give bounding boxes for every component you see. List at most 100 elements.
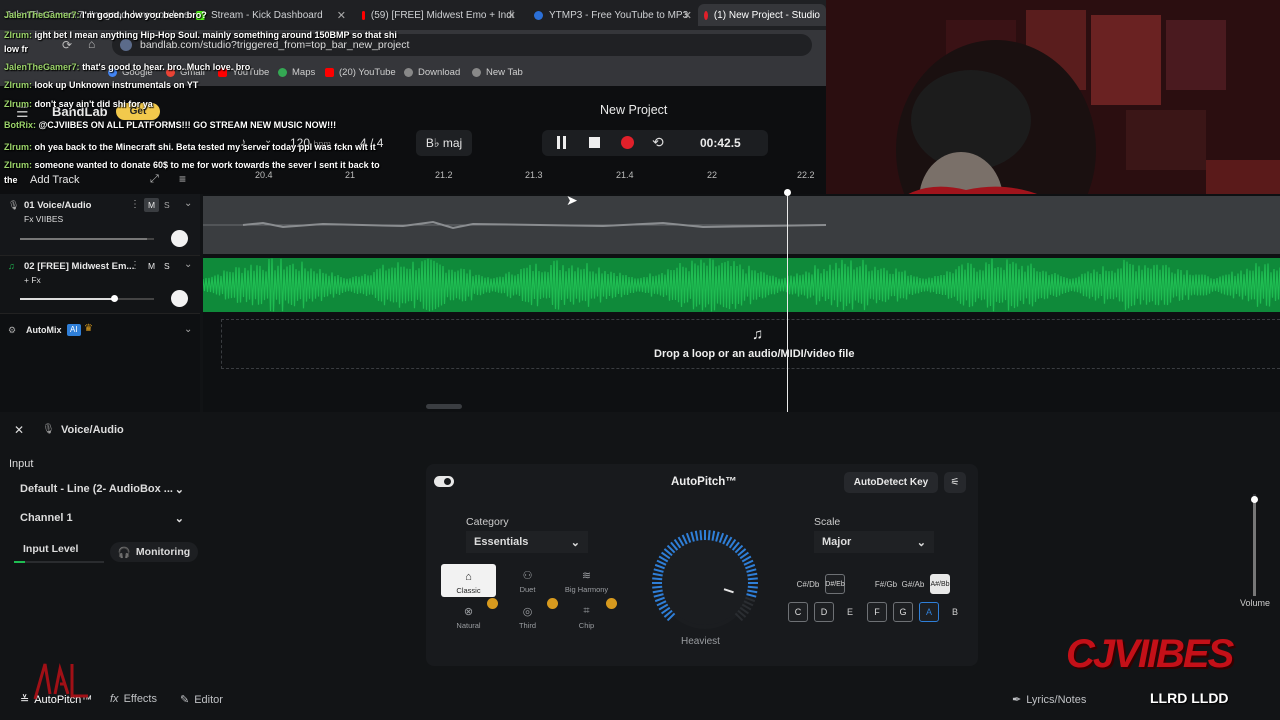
chat-text: look up Unknown instrumentals on YT: [34, 80, 199, 90]
close-icon[interactable]: ✕: [14, 423, 24, 437]
preset-big-harmony[interactable]: ≋ Big Harmony: [559, 564, 614, 596]
chevron-down-icon: ⌄: [174, 483, 184, 496]
key-fsharp[interactable]: F#/Gb: [875, 574, 897, 594]
key-gsharp[interactable]: G#/Ab: [902, 574, 925, 594]
input-device-value: Default - Line (2- AudioBox ...: [20, 483, 173, 495]
knob-label: Heaviest: [681, 636, 720, 647]
chevron-down-icon[interactable]: ⌄: [184, 259, 192, 270]
key-c[interactable]: C: [788, 602, 808, 622]
volume-label: Volume: [1240, 598, 1271, 608]
drop-zone[interactable]: ♫ Drop a loop or an audio/MIDI/video fil…: [221, 319, 1280, 369]
knob-tick: [652, 585, 663, 589]
bookmark-youtube-20[interactable]: (20) YouTube: [325, 67, 396, 78]
track-settings-icon[interactable]: ≡: [179, 172, 186, 186]
sliders-icon[interactable]: ⚟: [944, 472, 966, 493]
mute-button[interactable]: M: [144, 198, 159, 212]
drop-zone-label: Drop a loop or an audio/MIDI/video file: [654, 348, 855, 360]
key-dsharp[interactable]: D#/Eb: [825, 574, 845, 594]
bookmark-maps[interactable]: Maps: [278, 67, 315, 78]
track-header-voice[interactable]: 🎙 01 Voice/Audio ⋮ M S ⌄ Fx VIIBES: [0, 194, 200, 256]
record-icon[interactable]: [621, 136, 634, 149]
chat-text: the: [4, 175, 18, 185]
close-icon[interactable]: ✕: [337, 9, 346, 22]
close-icon[interactable]: ✕: [683, 9, 692, 22]
tab-ytmp3[interactable]: YTMP3 - Free YouTube to MP3 ✕: [528, 4, 696, 26]
tab-kick-dashboard[interactable]: Stream - Kick Dashboard ✕: [190, 4, 350, 26]
chevron-down-icon[interactable]: ⌄: [184, 324, 192, 335]
key-g[interactable]: G: [893, 602, 913, 622]
timeline-ruler[interactable]: 20.4 21 21.2 21.3 21.4 22 22.2: [203, 166, 826, 194]
chat-text: @CJVIIBES ON ALL PLATFORMS!!! GO STREAM …: [38, 120, 337, 130]
pause-icon[interactable]: [556, 136, 568, 149]
fx-chain-label[interactable]: Fx VIIBES: [24, 214, 63, 224]
tab-label: Editor: [194, 693, 223, 706]
bookmark-label: Download: [418, 67, 461, 78]
key-asharp[interactable]: A#/Bb: [930, 574, 950, 594]
mute-button[interactable]: M: [144, 259, 159, 273]
chat-text: don't say ain't did shi for ya: [34, 99, 153, 109]
track-title: 02 [FREE] Midwest Em...: [24, 261, 135, 272]
add-fx-button[interactable]: + Fx: [24, 275, 41, 285]
autopitch-toggle[interactable]: [434, 476, 454, 487]
lyrics-notes-button[interactable]: ✒ Lyrics/Notes: [1012, 693, 1086, 707]
tab-bandlab-studio[interactable]: (1) New Project - Studio: [698, 4, 826, 26]
monitoring-button[interactable]: 🎧 Monitoring: [110, 542, 198, 562]
key-d[interactable]: D: [814, 602, 834, 622]
mouse-cursor-icon: ➤: [566, 192, 578, 208]
input-device-select[interactable]: Default - Line (2- AudioBox ... ⌄: [12, 478, 192, 500]
track-header-midwest[interactable]: ♫ 02 [FREE] Midwest Em... ⋮ M S ⌄ + Fx: [0, 256, 200, 314]
master-volume-slider[interactable]: [1253, 494, 1256, 596]
automix-label[interactable]: AutoMix: [26, 325, 62, 335]
wand-icon[interactable]: ⤢: [150, 173, 159, 186]
autodetect-key-button[interactable]: AutoDetect Key: [844, 472, 938, 493]
chevron-down-icon: ⌄: [570, 536, 580, 549]
volume-slider-thumb[interactable]: [110, 295, 118, 302]
pan-knob[interactable]: [171, 290, 188, 307]
stop-icon[interactable]: [589, 137, 600, 148]
pan-knob[interactable]: [171, 230, 188, 247]
playhead[interactable]: [787, 190, 788, 412]
tab-effects[interactable]: fx Effects: [110, 693, 157, 705]
site-info-icon[interactable]: [120, 39, 132, 51]
tab-editor[interactable]: ✎ Editor: [180, 693, 223, 707]
add-track-button[interactable]: Add Track: [30, 174, 80, 186]
duet-icon: ⚇: [522, 570, 533, 582]
category-select[interactable]: Essentials ⌄: [466, 531, 588, 553]
knob-tick: [699, 530, 703, 541]
bookmark-download[interactable]: Download: [404, 67, 460, 78]
knob-tick: [747, 585, 758, 589]
project-title[interactable]: New Project: [600, 103, 667, 117]
reload-icon[interactable]: ⟳: [62, 38, 72, 52]
chat-message: BotRix: @CJVIIBES ON ALL PLATFORMS!!! GO…: [4, 120, 336, 130]
key-a[interactable]: A: [919, 602, 939, 622]
stream-logo-scribble: [33, 663, 88, 700]
monitoring-label: Monitoring: [135, 546, 191, 558]
heaviness-knob[interactable]: [640, 516, 770, 646]
more-icon[interactable]: ⋮: [130, 260, 140, 271]
midwest-region[interactable]: [202, 258, 1280, 312]
tab-youtube-midwest[interactable]: (59) [FREE] Midwest Emo + Indi ✕: [356, 4, 520, 26]
channel-select[interactable]: Channel 1 ⌄: [12, 507, 192, 529]
scale-select[interactable]: Major ⌄: [814, 531, 934, 553]
playhead-handle[interactable]: [784, 189, 791, 196]
chevron-down-icon[interactable]: ⌄: [184, 198, 192, 209]
input-heading: Input: [9, 458, 34, 470]
voice-region[interactable]: [203, 196, 1280, 254]
key-f[interactable]: F: [867, 602, 887, 622]
preset-classic[interactable]: ⌂ Classic: [441, 564, 496, 597]
more-icon[interactable]: ⋮: [130, 199, 140, 210]
bookmark-new-tab[interactable]: New Tab: [472, 67, 523, 78]
loop-icon[interactable]: ⟲: [652, 134, 664, 151]
key-csharp[interactable]: C#/Db: [797, 574, 820, 594]
volume-slider-track[interactable]: [20, 238, 154, 240]
close-icon[interactable]: ✕: [507, 9, 516, 22]
horizontal-scrollbar[interactable]: [426, 404, 462, 409]
track-title: 01 Voice/Audio: [24, 200, 92, 211]
volume-slider-track[interactable]: [20, 298, 154, 300]
key-b[interactable]: B: [945, 602, 965, 622]
key-e[interactable]: E: [840, 602, 860, 622]
solo-button[interactable]: S: [164, 259, 170, 273]
key-button[interactable]: B♭ maj: [416, 130, 472, 156]
solo-button[interactable]: S: [164, 198, 170, 212]
preset-duet[interactable]: ⚇ Duet: [500, 564, 555, 596]
